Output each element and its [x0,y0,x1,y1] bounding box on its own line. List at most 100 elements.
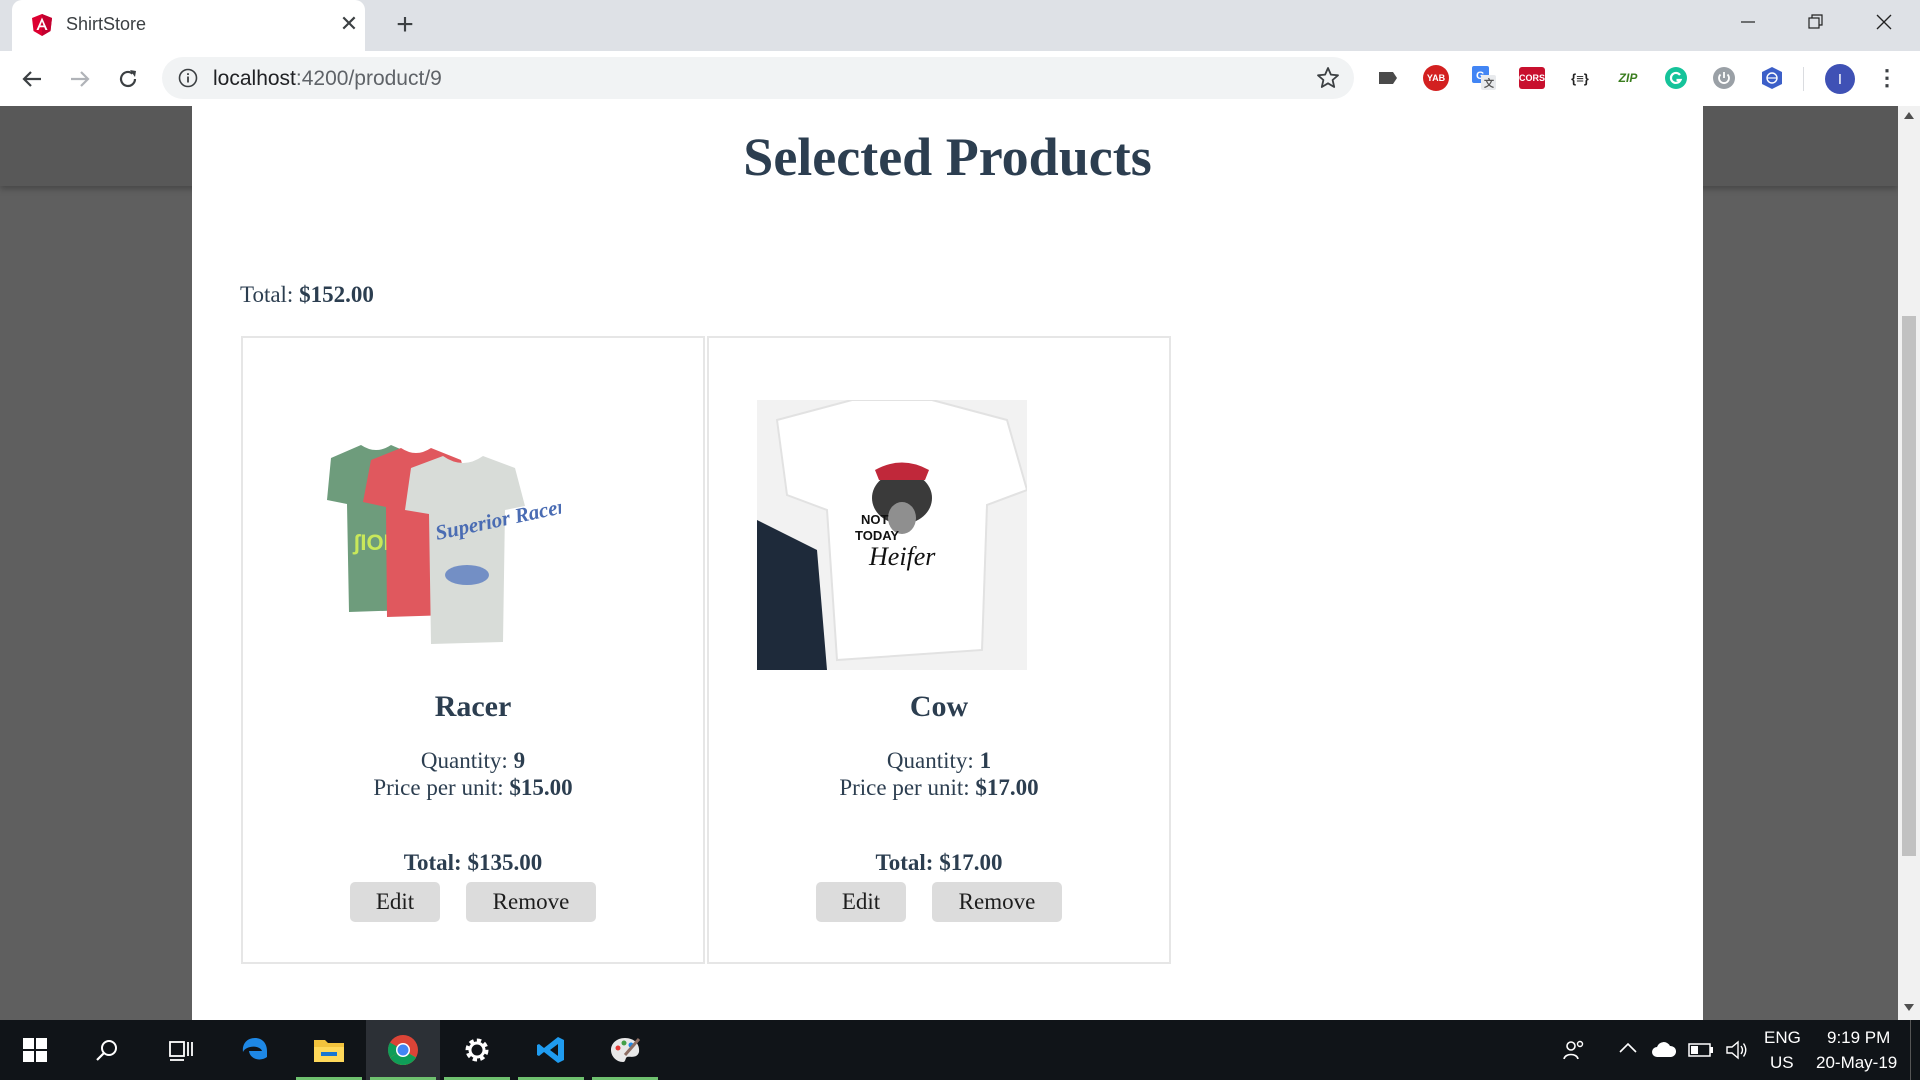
product-card: ʃIOI Superior Racer Racer Quantity: 9 Pr… [241,336,705,964]
cow-print-line-2: TODAY [855,528,899,543]
language-indicator-1[interactable]: ENG [1764,1028,1801,1048]
task-view-icon [169,1041,193,1061]
info-icon[interactable] [178,68,198,88]
chrome-icon [387,1035,418,1066]
svg-text:文: 文 [1484,77,1495,90]
chevron-up-icon[interactable] [1619,1042,1637,1054]
close-icon [1876,14,1892,30]
clock-date[interactable]: 20-May-19 [1816,1053,1897,1073]
extension-cors-icon[interactable]: CORS [1519,65,1545,91]
remove-button[interactable]: Remove [466,882,596,922]
new-tab-button[interactable]: + [389,9,421,41]
grammarly-icon[interactable] [1663,65,1689,91]
quantity-label: Quantity: [886,748,974,773]
battery-icon[interactable] [1688,1042,1714,1058]
close-tab-icon[interactable]: ✕ [336,11,362,37]
scroll-down-icon[interactable] [1904,1004,1914,1012]
product-quantity: Quantity: 1 [709,748,1169,774]
clock-time[interactable]: 9:19 PM [1827,1028,1890,1048]
paint-taskbar-button[interactable] [588,1020,662,1080]
profile-initial: I [1825,64,1855,94]
green-shirt-print: ʃIOI [352,530,390,555]
page-scrollbar[interactable] [1898,106,1920,1020]
product-quantity: Quantity: 9 [243,748,703,774]
product-total-value: $17.00 [939,850,1003,875]
scroll-up-icon[interactable] [1904,112,1914,120]
chrome-taskbar-button[interactable] [366,1020,440,1080]
forward-button[interactable] [65,64,95,94]
reload-icon [119,70,137,88]
task-view-button[interactable] [144,1020,218,1080]
onedrive-cloud-icon[interactable] [1651,1040,1677,1058]
menu-kebab-icon[interactable]: ⋮ [1874,65,1900,91]
url-text[interactable]: localhost:4200/product/9 [213,67,442,91]
grand-total-value: $152.00 [299,282,374,307]
product-total: Total: $17.00 [709,850,1169,876]
angular-logo-icon [32,14,52,36]
start-button[interactable] [0,1020,70,1080]
profile-avatar[interactable]: I [1825,64,1855,94]
toolbar-divider [1803,67,1804,91]
page-content: Selected Products Total: $152.00 ʃIOI Su… [192,106,1703,1020]
reload-button[interactable] [113,64,143,94]
volume-icon[interactable] [1725,1039,1749,1061]
tshirt-image-icon: ʃIOI Superior Racer [327,445,568,644]
restore-button[interactable] [1782,0,1850,44]
power-extension-icon[interactable] [1711,65,1737,91]
language-indicator-2[interactable]: US [1770,1053,1794,1073]
browser-tab[interactable]: ShirtStore ✕ [12,0,365,51]
tab-title: ShirtStore [66,14,147,34]
show-desktop-button[interactable] [1911,1020,1920,1080]
extension-yab-label: YAB [1423,65,1449,91]
edge-icon [242,1038,267,1060]
address-bar[interactable]: localhost:4200/product/9 [162,57,1354,99]
edit-button[interactable]: Edit [816,882,906,922]
price-label: Price per unit: [373,775,504,800]
bookmark-star-icon[interactable] [1316,66,1340,90]
vscode-taskbar-button[interactable] [514,1020,588,1080]
back-button[interactable] [17,64,47,94]
quantity-label: Quantity: [420,748,508,773]
windows-logo-icon [23,1038,47,1062]
url-host: localhost [213,67,296,90]
grand-total: Total: $152.00 [240,282,374,308]
cow-print-line-3: Heifer [868,542,936,571]
globe-extension-icon[interactable] [1759,65,1785,91]
browser-toolbar: localhost:4200/product/9 YAB G文 CORS {≡}… [0,51,1920,107]
extension-yab-icon[interactable]: YAB [1423,65,1449,91]
scrollbar-thumb[interactable] [1902,316,1916,856]
product-image-cow: NOT TODAY Heifer [757,399,1029,670]
search-button[interactable] [70,1020,144,1080]
google-translate-icon[interactable]: G文 [1471,65,1497,91]
extension-json-label: {≡} [1571,70,1589,86]
settings-taskbar-button[interactable] [440,1020,514,1080]
url-path: :4200/product/9 [295,67,442,90]
edge-taskbar-button[interactable] [218,1020,292,1080]
extension-tag-icon[interactable] [1375,65,1401,91]
price-value: $15.00 [509,775,573,800]
gear-icon [465,1038,489,1062]
people-icon[interactable] [1562,1038,1586,1062]
minimize-button[interactable] [1714,0,1782,44]
quantity-value: 9 [513,748,526,773]
product-name: Cow [909,690,969,723]
extension-json-icon[interactable]: {≡} [1567,65,1593,91]
product-image-racer: ʃIOI Superior Racer [291,400,568,670]
remove-button[interactable]: Remove [932,882,1062,922]
price-value: $17.00 [975,775,1039,800]
folder-icon [314,1040,344,1062]
edit-button[interactable]: Edit [350,882,440,922]
extension-cors-label: CORS [1519,67,1545,89]
extension-zip-icon[interactable]: ZIP [1615,65,1641,91]
page-title: Selected Products [743,127,1152,187]
extension-zip-label: ZIP [1618,71,1638,85]
file-explorer-taskbar-button[interactable] [292,1020,366,1080]
page-viewport: Selected Products Total: $152.00 ʃIOI Su… [0,106,1898,1020]
product-price: Price per unit: $15.00 [243,775,703,801]
price-label: Price per unit: [839,775,970,800]
product-total-value: $135.00 [467,850,543,875]
search-icon [96,1040,117,1061]
close-window-button[interactable] [1850,0,1918,44]
product-card: NOT TODAY Heifer Cow Quantity: 1 Price p… [707,336,1171,964]
vscode-icon [537,1037,564,1063]
